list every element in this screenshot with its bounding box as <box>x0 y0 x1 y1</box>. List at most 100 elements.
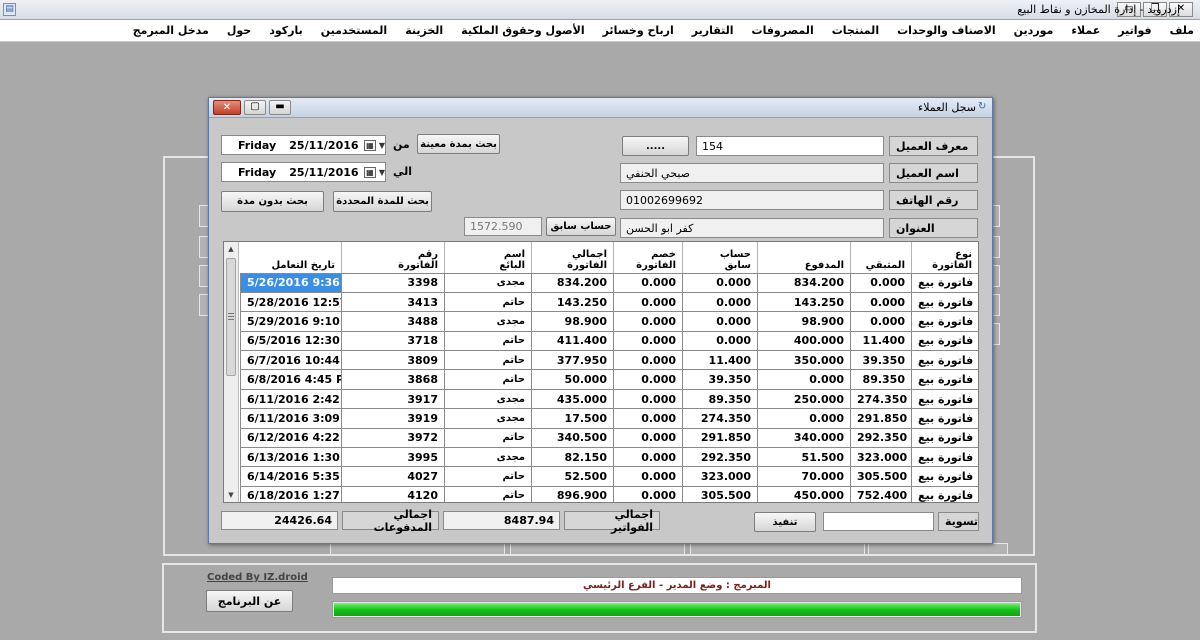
cell-invoice-no[interactable]: 3809 <box>341 350 445 371</box>
cell-invoice-type[interactable]: فاتورة بيع <box>911 330 978 352</box>
cell-invoice-type[interactable]: فاتورة بيع <box>911 388 978 410</box>
menu-treasury[interactable]: الخزينة <box>405 24 443 37</box>
cell-invoice-no[interactable]: 4120 <box>341 485 445 502</box>
cell-remaining[interactable]: 323.000 <box>850 447 912 468</box>
calendar-icon[interactable]: ▦ <box>363 166 376 178</box>
cell-seller[interactable]: مجدى <box>444 447 532 468</box>
cell-invoice-type[interactable]: فاتورة بيع <box>911 350 978 371</box>
grid-scrollbar[interactable]: ▲ ▼ <box>224 242 239 502</box>
search-period-button[interactable]: بحث بمدة معينة <box>417 134 500 154</box>
previous-account-button[interactable]: حساب سابق <box>546 217 616 236</box>
cell-date[interactable]: 6/12/2016 4:22 PM <box>240 427 342 449</box>
cell-invoice-total[interactable]: 834.200 <box>531 272 614 293</box>
menu-expenses[interactable]: المصروفات <box>752 24 814 37</box>
cell-remaining[interactable]: 89.350 <box>850 369 912 390</box>
cell-invoice-type[interactable]: فاتورة بيع <box>911 427 978 449</box>
cell-paid[interactable]: 350.000 <box>757 350 851 371</box>
invoices-grid[interactable]: ▲ ▼ تاريخ التعامل رقم الفاتورة اسم البائع ا… <box>223 241 979 503</box>
cell-invoice-total[interactable]: 98.900 <box>531 311 614 332</box>
cell-invoice-type[interactable]: فاتورة بيع <box>911 466 978 487</box>
cell-remaining[interactable]: 274.350 <box>850 388 912 410</box>
dialog-minimize-icon[interactable]: ▬ <box>269 100 291 115</box>
menu-file[interactable]: ملف <box>1170 24 1194 37</box>
dialog-close-icon[interactable]: ✕ <box>213 100 241 115</box>
header-discount[interactable]: خصم الفاتورة <box>613 242 683 274</box>
header-invoice-total[interactable]: اجمالي الفاتورة <box>531 242 614 274</box>
table-row[interactable]: 5/28/2016 12:57 PM3413حاتم143.2500.0000.… <box>240 291 978 313</box>
cell-invoice-no[interactable]: 3718 <box>341 330 445 352</box>
cell-invoice-total[interactable]: 50.000 <box>531 369 614 390</box>
table-row[interactable]: 5/26/2016 9:36 PM3398مجدى834.200 0.000 0.0… <box>240 272 978 293</box>
coded-by-link[interactable]: Coded By IZ.droid <box>207 572 308 583</box>
cell-previous-account[interactable]: 0.000 <box>682 311 758 332</box>
cell-date[interactable]: 6/8/2016 4:45 PM <box>240 369 342 390</box>
cell-seller[interactable]: مجدى <box>444 272 532 293</box>
cell-paid[interactable]: 0.000 <box>757 369 851 390</box>
cell-seller[interactable]: حاتم <box>444 466 532 487</box>
menu-categories-units[interactable]: الاصناف والوحدات <box>897 24 996 37</box>
cell-invoice-total[interactable]: 340.500 <box>531 427 614 449</box>
table-row[interactable]: 6/14/2016 5:35 PM4027حاتم52.5000.000323.… <box>240 466 978 487</box>
chevron-down-icon[interactable]: ▼ <box>379 168 385 177</box>
cell-invoice-type[interactable]: فاتورة بيع <box>911 272 978 293</box>
date-to-picker[interactable]: Friday 25/11/2016 ▦ ▼ <box>221 162 386 182</box>
cell-invoice-type[interactable]: فاتورة بيع <box>911 311 978 332</box>
menu-reports[interactable]: التقارير <box>692 24 734 37</box>
cell-invoice-no[interactable]: 3868 <box>341 369 445 390</box>
cell-previous-account[interactable]: 0.000 <box>682 272 758 293</box>
cell-seller[interactable]: حاتم <box>444 427 532 449</box>
cell-invoice-type[interactable]: فاتورة بيع <box>911 485 978 502</box>
cell-previous-account[interactable]: 305.500 <box>682 485 758 502</box>
cell-remaining[interactable]: 305.500 <box>850 466 912 487</box>
cell-previous-account[interactable]: 0.000 <box>682 291 758 313</box>
cell-paid[interactable]: 450.000 <box>757 485 851 502</box>
cell-seller[interactable]: حاتم <box>444 291 532 313</box>
cell-paid[interactable]: 143.250 <box>757 291 851 313</box>
scroll-up-icon[interactable]: ▲ <box>226 244 236 254</box>
date-from-picker[interactable]: Friday 25/11/2016 ▦ ▼ <box>221 135 386 155</box>
cell-remaining[interactable]: 292.350 <box>850 427 912 449</box>
header-invoice-no[interactable]: رقم الفاتورة <box>341 242 445 274</box>
menu-customers[interactable]: عملاء <box>1071 24 1100 37</box>
cell-paid[interactable]: 0.000 <box>757 408 851 429</box>
cell-previous-account[interactable]: 323.000 <box>682 466 758 487</box>
cell-remaining[interactable]: 752.400 <box>850 485 912 502</box>
cell-invoice-type[interactable]: فاتورة بيع <box>911 291 978 313</box>
cell-invoice-no[interactable]: 3398 <box>341 272 445 293</box>
menu-barcode[interactable]: باركود <box>269 24 303 37</box>
cell-seller[interactable]: حاتم <box>444 330 532 352</box>
cell-discount[interactable]: 0.000 <box>613 466 683 487</box>
cell-remaining[interactable]: 0.000 <box>850 272 912 293</box>
cell-invoice-no[interactable]: 4027 <box>341 466 445 487</box>
cell-remaining[interactable]: 11.400 <box>850 330 912 352</box>
cell-date[interactable]: 6/7/2016 10:44 AM <box>240 350 342 371</box>
cell-previous-account[interactable]: 39.350 <box>682 369 758 390</box>
cell-invoice-no[interactable]: 3972 <box>341 427 445 449</box>
cell-seller[interactable]: حاتم <box>444 369 532 390</box>
address-field[interactable]: كفر ابو الحسن <box>620 218 884 238</box>
scroll-down-icon[interactable]: ▼ <box>226 490 236 500</box>
cell-date[interactable]: 6/11/2016 2:42 PM <box>240 388 342 410</box>
phone-field[interactable]: 01002699692 <box>620 190 884 210</box>
cell-remaining[interactable]: 0.000 <box>850 311 912 332</box>
cell-invoice-total[interactable]: 52.500 <box>531 466 614 487</box>
cell-invoice-no[interactable]: 3917 <box>341 388 445 410</box>
cell-invoice-type[interactable]: فاتورة بيع <box>911 408 978 429</box>
cell-date[interactable]: 6/14/2016 5:35 PM <box>240 466 342 487</box>
settlement-input[interactable] <box>823 512 934 531</box>
table-row[interactable]: 6/18/2016 1:27 PM4120حاتم896.9000.000305… <box>240 485 978 502</box>
cell-date[interactable]: 5/26/2016 9:36 PM <box>240 272 342 293</box>
header-invoice-type[interactable]: نوع الفاتورة <box>911 242 978 274</box>
table-row[interactable]: 6/7/2016 10:44 AM3809حاتم377.9500.00011.… <box>240 350 978 371</box>
cell-invoice-type[interactable]: فاتورة بيع <box>911 369 978 390</box>
cell-seller[interactable]: حاتم <box>444 485 532 502</box>
about-button[interactable]: عن البرنامج <box>206 590 293 612</box>
cell-paid[interactable]: 70.000 <box>757 466 851 487</box>
table-row[interactable]: 6/5/2016 12:30 PM3718حاتم411.4000.0000.0… <box>240 330 978 352</box>
cell-paid[interactable]: 250.000 <box>757 388 851 410</box>
menu-profit-loss[interactable]: ارباح وخسائر <box>603 24 674 37</box>
cell-invoice-total[interactable]: 143.250 <box>531 291 614 313</box>
table-row[interactable]: 6/12/2016 4:22 PM3972حاتم340.5000.000291… <box>240 427 978 449</box>
cell-seller[interactable]: مجدى <box>444 408 532 429</box>
cell-previous-account[interactable]: 292.350 <box>682 447 758 468</box>
